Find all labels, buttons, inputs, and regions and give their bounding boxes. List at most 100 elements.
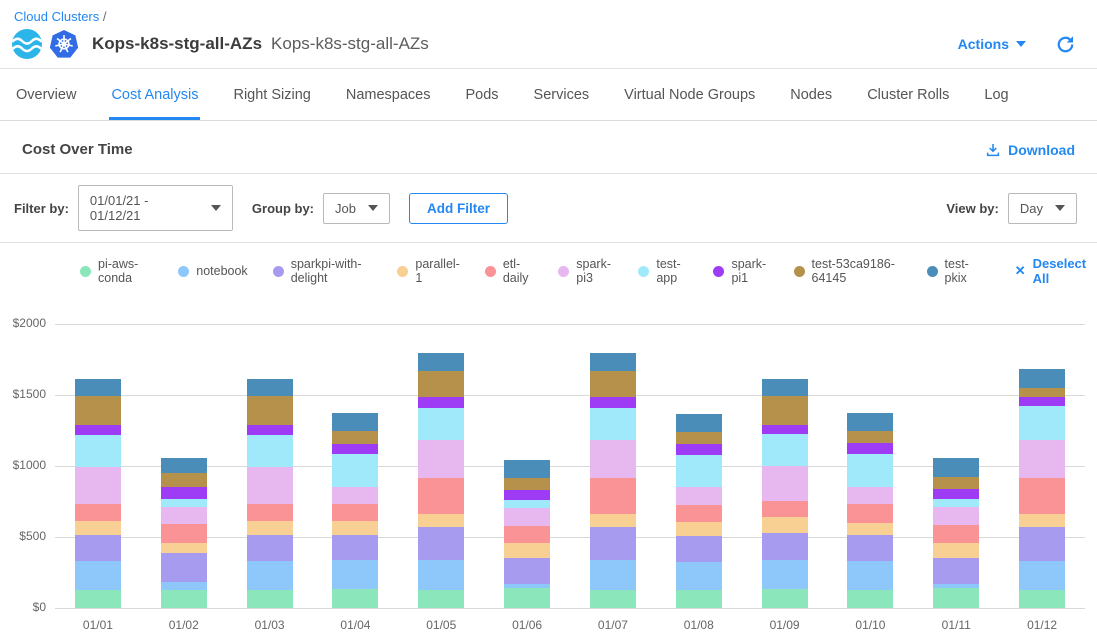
legend-item-notebook[interactable]: notebook bbox=[178, 264, 247, 278]
bar-segment-01/10-parallel-1[interactable] bbox=[847, 523, 893, 535]
bar-segment-01/11-parallel-1[interactable] bbox=[933, 543, 979, 559]
bar-segment-01/04-pi-aws-conda[interactable] bbox=[332, 589, 378, 608]
bar-segment-01/09-notebook[interactable] bbox=[762, 560, 808, 589]
add-filter-button[interactable]: Add Filter bbox=[409, 193, 508, 224]
bar-segment-01/01-test-app[interactable] bbox=[75, 435, 121, 467]
bar-segment-01/01-spark-pi3[interactable] bbox=[75, 467, 121, 504]
bar-segment-01/06-pi-aws-conda[interactable] bbox=[504, 588, 550, 608]
bar-segment-01/04-sparkpi-with-delight[interactable] bbox=[332, 535, 378, 561]
bar-segment-01/11-etl-daily[interactable] bbox=[933, 525, 979, 543]
bar-segment-01/04-spark-pi1[interactable] bbox=[332, 444, 378, 454]
bar-segment-01/05-test-pkix[interactable] bbox=[418, 353, 464, 371]
tab-virtual-node-groups[interactable]: Virtual Node Groups bbox=[622, 69, 757, 120]
bar-segment-01/06-sparkpi-with-delight[interactable] bbox=[504, 558, 550, 584]
bar-segment-01/12-test-app[interactable] bbox=[1019, 406, 1065, 439]
bar-segment-01/02-spark-pi1[interactable] bbox=[161, 487, 207, 500]
bar-segment-01/07-etl-daily[interactable] bbox=[590, 478, 636, 514]
bar-segment-01/05-parallel-1[interactable] bbox=[418, 514, 464, 527]
bar-segment-01/04-test-pkix[interactable] bbox=[332, 413, 378, 431]
bar-segment-01/08-test-pkix[interactable] bbox=[676, 414, 722, 432]
bar-segment-01/01-test-53ca9186-64145[interactable] bbox=[75, 396, 121, 424]
tab-log[interactable]: Log bbox=[982, 69, 1010, 120]
bar-segment-01/08-test-app[interactable] bbox=[676, 455, 722, 487]
bar-segment-01/03-test-app[interactable] bbox=[247, 435, 293, 467]
bar-segment-01/09-test-pkix[interactable] bbox=[762, 379, 808, 396]
bar-segment-01/11-spark-pi1[interactable] bbox=[933, 489, 979, 499]
bar-segment-01/02-pi-aws-conda[interactable] bbox=[161, 590, 207, 608]
bar-segment-01/03-test-53ca9186-64145[interactable] bbox=[247, 396, 293, 424]
refresh-icon[interactable] bbox=[1056, 35, 1075, 54]
bar-segment-01/12-test-53ca9186-64145[interactable] bbox=[1019, 388, 1065, 397]
bar-segment-01/08-pi-aws-conda[interactable] bbox=[676, 590, 722, 608]
bar-segment-01/07-parallel-1[interactable] bbox=[590, 514, 636, 527]
bar-segment-01/08-parallel-1[interactable] bbox=[676, 522, 722, 535]
bar-segment-01/02-notebook[interactable] bbox=[161, 582, 207, 591]
legend-item-etl-daily[interactable]: etl-daily bbox=[485, 257, 533, 285]
view-by-select[interactable]: Day bbox=[1008, 193, 1077, 224]
tab-pods[interactable]: Pods bbox=[463, 69, 500, 120]
deselect-all-button[interactable]: ✕Deselect All bbox=[1015, 256, 1087, 286]
bar-segment-01/03-parallel-1[interactable] bbox=[247, 521, 293, 534]
bar-segment-01/09-spark-pi3[interactable] bbox=[762, 466, 808, 501]
bar-segment-01/03-spark-pi1[interactable] bbox=[247, 425, 293, 435]
bar-segment-01/01-sparkpi-with-delight[interactable] bbox=[75, 535, 121, 561]
bar-segment-01/08-spark-pi1[interactable] bbox=[676, 444, 722, 455]
bar-segment-01/03-spark-pi3[interactable] bbox=[247, 467, 293, 504]
bar-segment-01/02-sparkpi-with-delight[interactable] bbox=[161, 553, 207, 581]
bar-segment-01/08-etl-daily[interactable] bbox=[676, 505, 722, 522]
bar-segment-01/05-spark-pi3[interactable] bbox=[418, 440, 464, 478]
bar-segment-01/01-notebook[interactable] bbox=[75, 561, 121, 590]
bar-segment-01/03-notebook[interactable] bbox=[247, 561, 293, 590]
bar-segment-01/12-etl-daily[interactable] bbox=[1019, 478, 1065, 514]
bar-segment-01/12-sparkpi-with-delight[interactable] bbox=[1019, 527, 1065, 561]
bar-segment-01/05-notebook[interactable] bbox=[418, 560, 464, 589]
bar-segment-01/06-test-app[interactable] bbox=[504, 500, 550, 508]
download-button[interactable]: Download bbox=[985, 142, 1075, 158]
bar-segment-01/11-test-pkix[interactable] bbox=[933, 458, 979, 476]
bar-segment-01/09-etl-daily[interactable] bbox=[762, 501, 808, 517]
bar-segment-01/01-test-pkix[interactable] bbox=[75, 379, 121, 396]
tab-nodes[interactable]: Nodes bbox=[788, 69, 834, 120]
bar-segment-01/04-spark-pi3[interactable] bbox=[332, 487, 378, 505]
bar-segment-01/05-spark-pi1[interactable] bbox=[418, 397, 464, 408]
bar-segment-01/04-parallel-1[interactable] bbox=[332, 521, 378, 534]
bar-segment-01/06-test-53ca9186-64145[interactable] bbox=[504, 478, 550, 490]
bar-segment-01/01-spark-pi1[interactable] bbox=[75, 425, 121, 435]
bar-segment-01/07-spark-pi1[interactable] bbox=[590, 397, 636, 408]
bar-segment-01/08-test-53ca9186-64145[interactable] bbox=[676, 432, 722, 444]
bar-segment-01/07-notebook[interactable] bbox=[590, 560, 636, 589]
bar-segment-01/10-test-app[interactable] bbox=[847, 454, 893, 487]
bar-segment-01/12-parallel-1[interactable] bbox=[1019, 514, 1065, 527]
bar-segment-01/07-sparkpi-with-delight[interactable] bbox=[590, 527, 636, 560]
bar-segment-01/06-etl-daily[interactable] bbox=[504, 526, 550, 544]
bar-segment-01/04-test-53ca9186-64145[interactable] bbox=[332, 431, 378, 444]
legend-item-sparkpi-with-delight[interactable]: sparkpi-with-delight bbox=[273, 257, 373, 285]
bar-segment-01/07-test-pkix[interactable] bbox=[590, 353, 636, 371]
bar-segment-01/11-notebook[interactable] bbox=[933, 584, 979, 588]
bar-segment-01/02-test-app[interactable] bbox=[161, 499, 207, 507]
bar-segment-01/02-spark-pi3[interactable] bbox=[161, 507, 207, 523]
tab-cluster-rolls[interactable]: Cluster Rolls bbox=[865, 69, 951, 120]
bar-segment-01/03-etl-daily[interactable] bbox=[247, 504, 293, 522]
actions-button[interactable]: Actions bbox=[958, 36, 1026, 52]
bar-segment-01/02-test-pkix[interactable] bbox=[161, 458, 207, 473]
legend-item-spark-pi1[interactable]: spark-pi1 bbox=[713, 257, 768, 285]
bar-segment-01/08-spark-pi3[interactable] bbox=[676, 487, 722, 505]
legend-item-test-app[interactable]: test-app bbox=[638, 257, 688, 285]
bar-segment-01/12-spark-pi1[interactable] bbox=[1019, 397, 1065, 406]
bar-segment-01/10-test-53ca9186-64145[interactable] bbox=[847, 431, 893, 443]
date-range-select[interactable]: 01/01/21 - 01/12/21 bbox=[78, 185, 233, 231]
bar-segment-01/11-test-53ca9186-64145[interactable] bbox=[933, 477, 979, 490]
bar-segment-01/10-test-pkix[interactable] bbox=[847, 413, 893, 431]
tab-namespaces[interactable]: Namespaces bbox=[344, 69, 433, 120]
bar-segment-01/06-parallel-1[interactable] bbox=[504, 543, 550, 558]
bar-segment-01/05-sparkpi-with-delight[interactable] bbox=[418, 527, 464, 560]
bar-segment-01/03-sparkpi-with-delight[interactable] bbox=[247, 535, 293, 561]
bar-segment-01/05-pi-aws-conda[interactable] bbox=[418, 590, 464, 608]
tab-cost-analysis[interactable]: Cost Analysis bbox=[109, 69, 200, 120]
bar-segment-01/11-sparkpi-with-delight[interactable] bbox=[933, 558, 979, 584]
bar-segment-01/01-etl-daily[interactable] bbox=[75, 504, 121, 522]
bar-segment-01/03-test-pkix[interactable] bbox=[247, 379, 293, 396]
tab-overview[interactable]: Overview bbox=[14, 69, 78, 120]
bar-segment-01/10-etl-daily[interactable] bbox=[847, 504, 893, 522]
